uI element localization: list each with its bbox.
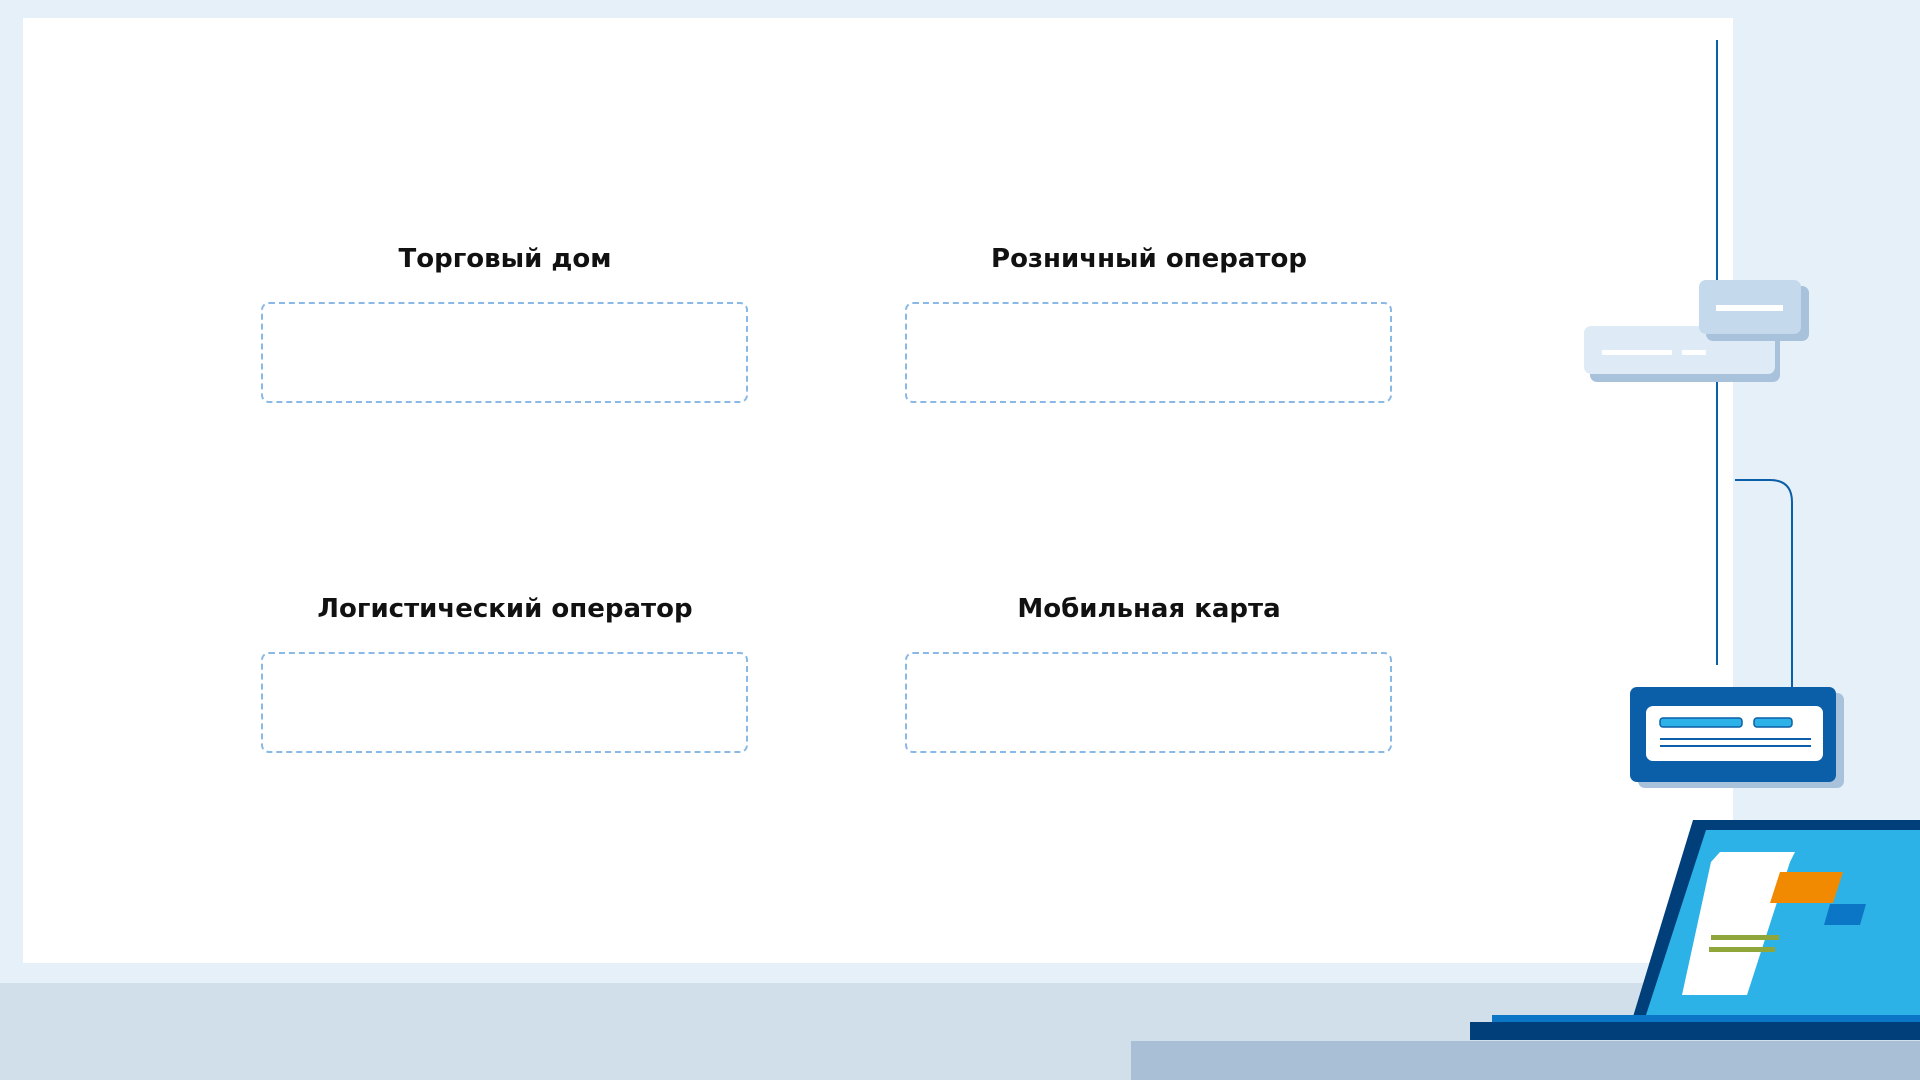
chat-bubbles-icon (1584, 280, 1809, 382)
cable-branch (1735, 479, 1793, 690)
server-device-icon (1630, 687, 1844, 788)
network-illustration (1470, 40, 1920, 1040)
laptop-icon (1470, 820, 1920, 1040)
